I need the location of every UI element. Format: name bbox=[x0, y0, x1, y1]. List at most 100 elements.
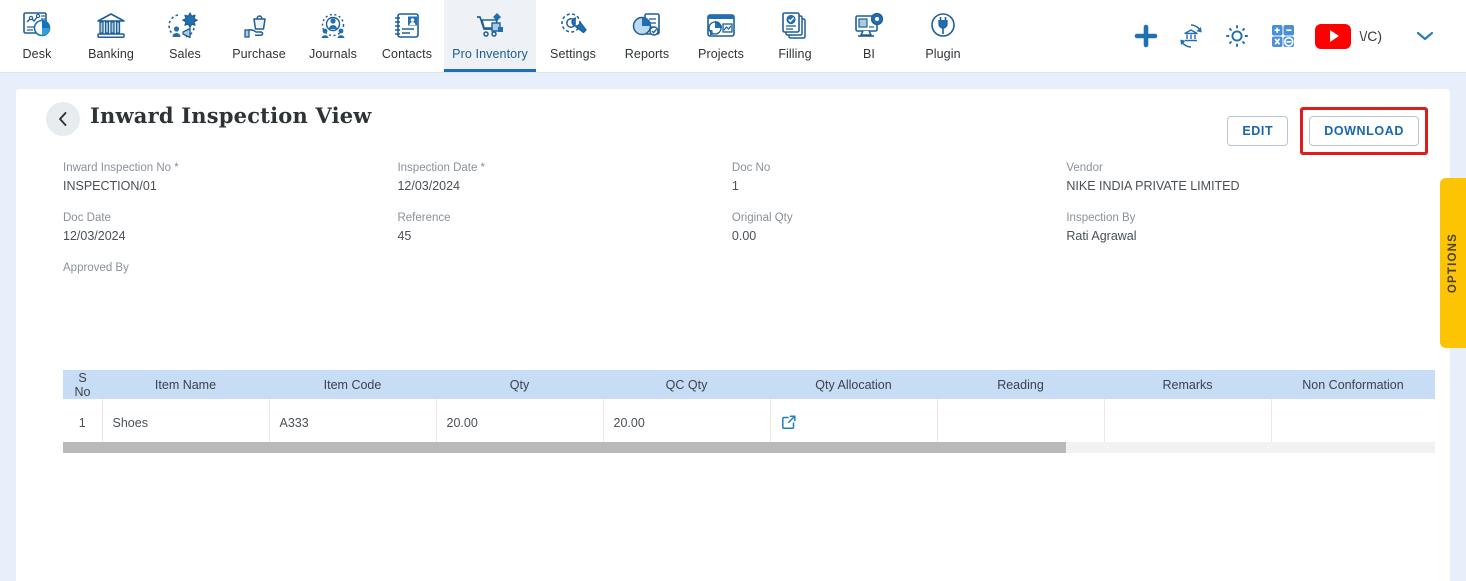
bank-sync-icon[interactable] bbox=[1177, 22, 1205, 50]
inventory-cart-icon bbox=[473, 7, 507, 45]
nav-item-banking[interactable]: Banking bbox=[74, 0, 148, 72]
field-value: Rati Agrawal bbox=[1066, 229, 1137, 243]
field-value: 45 bbox=[397, 229, 412, 243]
field-inspection-by: Inspection By Rati Agrawal bbox=[1066, 211, 1423, 245]
chevron-down-icon[interactable] bbox=[1400, 29, 1450, 43]
nav-item-plugin[interactable]: Plugin bbox=[906, 0, 980, 72]
options-side-tab[interactable]: OPTIONS bbox=[1440, 178, 1466, 348]
chevron-left-icon bbox=[59, 112, 67, 126]
field-label: Inward Inspection No * bbox=[63, 162, 179, 174]
table-header-row: S No Item Name Item Code Qty QC Qty Qty … bbox=[63, 370, 1435, 399]
nav-right-actions: \/C) bbox=[1133, 0, 1466, 72]
cell-item-name: Shoes bbox=[102, 399, 270, 449]
back-button[interactable] bbox=[46, 102, 80, 136]
cell-qc-qty: 20.00 bbox=[603, 399, 771, 449]
field-value: INSPECTION/01 bbox=[63, 179, 157, 193]
table-horizontal-scrollbar-thumb[interactable] bbox=[63, 442, 1066, 453]
nav-item-label: Journals bbox=[308, 47, 358, 61]
nav-item-pro-inventory[interactable]: Pro Inventory bbox=[444, 0, 536, 72]
nav-item-journals[interactable]: Journals bbox=[296, 0, 370, 72]
nav-item-bi[interactable]: BI bbox=[832, 0, 906, 72]
nav-item-label: Filling bbox=[778, 47, 812, 61]
field-inward-inspection-no: Inward Inspection No * INSPECTION/01 bbox=[63, 161, 397, 195]
field-label: Inspection By bbox=[1066, 212, 1136, 224]
field-label: Doc No bbox=[731, 162, 771, 174]
nav-item-contacts[interactable]: Contacts bbox=[370, 0, 444, 72]
table-row: 1 Shoes A333 20.00 20.00 bbox=[63, 399, 1435, 449]
field-inspection-date: Inspection Date * 12/03/2024 bbox=[397, 161, 731, 195]
gear-icon[interactable] bbox=[1223, 22, 1251, 50]
cell-remarks bbox=[1104, 399, 1272, 449]
field-value: NIKE INDIA PRIVATE LIMITED bbox=[1066, 179, 1240, 193]
nav-item-label: Desk bbox=[22, 47, 52, 61]
options-side-tab-label: OPTIONS bbox=[1447, 232, 1459, 294]
field-row: Doc Date 12/03/2024 Reference 45 Origina… bbox=[63, 211, 1423, 245]
field-value: 12/03/2024 bbox=[63, 229, 126, 243]
contacts-book-icon bbox=[391, 7, 423, 45]
field-label: Inspection Date * bbox=[397, 162, 486, 174]
nav-item-projects[interactable]: Projects bbox=[684, 0, 758, 72]
edit-button[interactable]: EDIT bbox=[1227, 116, 1289, 146]
column-header-s-no[interactable]: S No bbox=[63, 370, 102, 399]
field-value: 1 bbox=[731, 179, 739, 193]
column-header-qc-qty[interactable]: QC Qty bbox=[603, 370, 770, 399]
nav-item-label: Banking bbox=[88, 47, 134, 61]
nav-item-purchase[interactable]: Purchase bbox=[222, 0, 296, 72]
header-action-buttons: EDIT DOWNLOAD bbox=[1227, 107, 1428, 155]
column-header-qty-allocation[interactable]: Qty Allocation bbox=[770, 370, 937, 399]
field-value: 12/03/2024 bbox=[397, 179, 461, 193]
cell-non-conformation bbox=[1271, 399, 1435, 449]
purchase-hand-bag-icon bbox=[242, 7, 276, 45]
reports-piechart-icon bbox=[630, 7, 664, 45]
field-label: Vendor bbox=[1066, 162, 1103, 174]
nav-item-label: Sales bbox=[169, 47, 201, 61]
column-header-remarks[interactable]: Remarks bbox=[1104, 370, 1271, 399]
youtube-link[interactable]: \/C) bbox=[1315, 23, 1382, 49]
field-label: Original Qty bbox=[731, 212, 793, 224]
cell-qty: 20.00 bbox=[436, 399, 604, 449]
plus-icon[interactable] bbox=[1133, 23, 1159, 49]
calculator-icon[interactable] bbox=[1269, 22, 1297, 50]
page-header: Inward Inspection View EDIT DOWNLOAD bbox=[16, 89, 1450, 155]
field-label: Approved By bbox=[63, 262, 129, 274]
nav-item-label: Purchase bbox=[232, 47, 286, 61]
field-approved-by: Approved By bbox=[63, 261, 410, 295]
nav-item-sales[interactable]: Sales bbox=[148, 0, 222, 72]
projects-window-icon bbox=[704, 7, 738, 45]
nav-item-desk[interactable]: Desk bbox=[0, 0, 74, 72]
nav-item-label: Reports bbox=[624, 47, 670, 61]
nav-item-filling[interactable]: Filling bbox=[758, 0, 832, 72]
field-value: 0.00 bbox=[731, 229, 757, 243]
nav-item-settings[interactable]: Settings bbox=[536, 0, 610, 72]
field-value bbox=[63, 277, 410, 295]
plugin-plug-icon bbox=[927, 7, 959, 45]
nav-item-label: Contacts bbox=[381, 47, 433, 61]
field-label: Doc Date bbox=[63, 212, 111, 224]
table-horizontal-scrollbar-track[interactable] bbox=[63, 442, 1435, 453]
column-header-reading[interactable]: Reading bbox=[937, 370, 1104, 399]
nav-item-label: BI bbox=[862, 47, 875, 61]
cell-item-code: A333 bbox=[269, 399, 437, 449]
column-header-non-conformation[interactable]: Non Conformation bbox=[1271, 370, 1435, 399]
cell-reading bbox=[937, 399, 1105, 449]
nav-item-reports[interactable]: Reports bbox=[610, 0, 684, 72]
top-navigation-bar: Desk Banking Sales Purchase Journals Con… bbox=[0, 0, 1466, 73]
nav-item-label: Projects bbox=[698, 47, 744, 61]
cell-qty-allocation bbox=[770, 399, 938, 449]
journals-gear-people-icon bbox=[316, 7, 350, 45]
column-header-item-name[interactable]: Item Name bbox=[102, 370, 269, 399]
column-header-qty[interactable]: Qty bbox=[436, 370, 603, 399]
field-label: Reference bbox=[397, 212, 451, 224]
youtube-play-icon bbox=[1315, 23, 1352, 49]
nav-item-label: Pro Inventory bbox=[452, 47, 528, 61]
desk-dashboard-icon bbox=[20, 7, 54, 45]
page-title: Inward Inspection View bbox=[90, 103, 372, 128]
download-button[interactable]: DOWNLOAD bbox=[1309, 116, 1419, 146]
field-vendor: Vendor NIKE INDIA PRIVATE LIMITED bbox=[1066, 161, 1423, 195]
user-label: \/C) bbox=[1359, 28, 1382, 44]
sales-megaphone-icon bbox=[168, 7, 202, 45]
detail-fields: Inward Inspection No * INSPECTION/01 Ins… bbox=[63, 161, 1423, 311]
column-header-item-code[interactable]: Item Code bbox=[269, 370, 436, 399]
field-original-qty: Original Qty 0.00 bbox=[732, 211, 1066, 245]
external-link-icon[interactable] bbox=[781, 414, 797, 430]
